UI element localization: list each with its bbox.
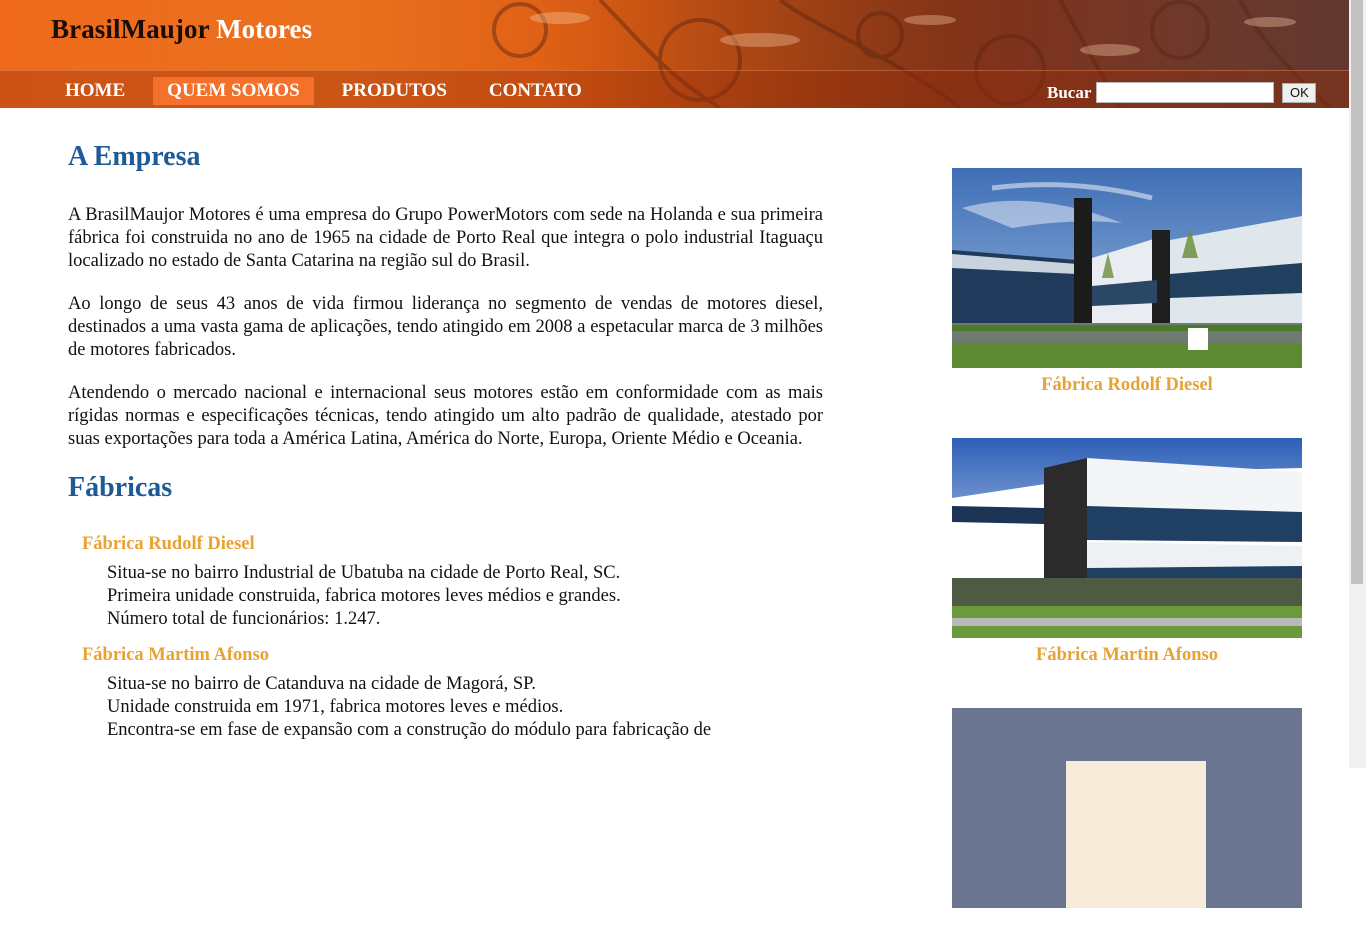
factory-photo-rodolf[interactable]: [952, 168, 1302, 368]
search-label: Bucar: [1047, 82, 1092, 102]
factory-details: Situa-se no bairro de Catanduva na cidad…: [107, 673, 823, 742]
factory-photo-card: [952, 708, 1302, 908]
factory-detail-line: Situa-se no bairro Industrial de Ubatuba…: [107, 563, 621, 584]
company-description: A BrasilMaujor Motores é uma empresa do …: [68, 204, 823, 451]
nav-home[interactable]: HOME: [51, 77, 139, 105]
factory-detail-line: Primeira unidade construida, fabrica mot…: [107, 586, 621, 607]
factory-photo-martin[interactable]: [952, 438, 1302, 638]
photo-caption: Fábrica Martin Afonso: [1036, 645, 1218, 665]
logo-part2: Motores: [216, 14, 313, 44]
company-paragraph: Atendendo o mercado nacional e internaci…: [68, 382, 823, 449]
photo-caption: Fábrica Rodolf Diesel: [1041, 375, 1213, 395]
factory-detail-line: Situa-se no bairro de Catanduva na cidad…: [107, 674, 536, 695]
search-input[interactable]: [1096, 82, 1275, 103]
factory-detail-line: Unidade construida em 1971, fabrica moto…: [107, 697, 564, 718]
factory-photo-third[interactable]: [952, 708, 1302, 908]
logo-part1: BrasilMaujor: [51, 14, 210, 44]
factories-list: Fábrica Rudolf Diesel Situa-se no bairro…: [68, 534, 823, 742]
nav-contato[interactable]: CONTATO: [475, 77, 596, 105]
search-ok-button[interactable]: OK: [1282, 82, 1317, 103]
site-logo[interactable]: BrasilMaujor Motores: [51, 14, 312, 45]
factory-detail-line: Encontra-se em fase de expansão com a co…: [107, 720, 712, 741]
factory-detail-line: Número total de funcionários: 1.247.: [107, 609, 381, 630]
main-nav: HOME QUEM SOMOS PRODUTOS CONTATO: [51, 77, 610, 105]
factory-name: Fábrica Martim Afonso: [82, 645, 270, 666]
company-heading: A Empresa: [68, 141, 201, 172]
factory-photo-card: Fábrica Martin Afonso: [952, 438, 1302, 666]
factory-item: Fábrica Martim Afonso Situa-se no bairro…: [82, 645, 823, 742]
vertical-scrollbar[interactable]: [1349, 0, 1366, 768]
nav-quem-somos[interactable]: QUEM SOMOS: [153, 77, 314, 105]
company-paragraph: A BrasilMaujor Motores é uma empresa do …: [68, 204, 823, 271]
main-content: A Empresa A BrasilMaujor Motores é uma e…: [68, 140, 823, 742]
factory-details: Situa-se no bairro Industrial de Ubatuba…: [107, 562, 823, 631]
factory-item: Fábrica Rudolf Diesel Situa-se no bairro…: [82, 534, 823, 631]
factories-heading: Fábricas: [68, 471, 173, 503]
scrollbar-thumb[interactable]: [1351, 0, 1363, 584]
factory-photos-sidebar: Fábrica Rodolf Diesel Fábrica Martin Afo…: [952, 168, 1302, 950]
factory-photo-card: Fábrica Rodolf Diesel: [952, 168, 1302, 396]
factory-name: Fábrica Rudolf Diesel: [82, 534, 255, 555]
company-paragraph: Ao longo de seus 43 anos de vida firmou …: [68, 293, 823, 360]
search-form: Bucar OK: [1047, 82, 1317, 103]
nav-produtos[interactable]: PRODUTOS: [328, 77, 461, 105]
